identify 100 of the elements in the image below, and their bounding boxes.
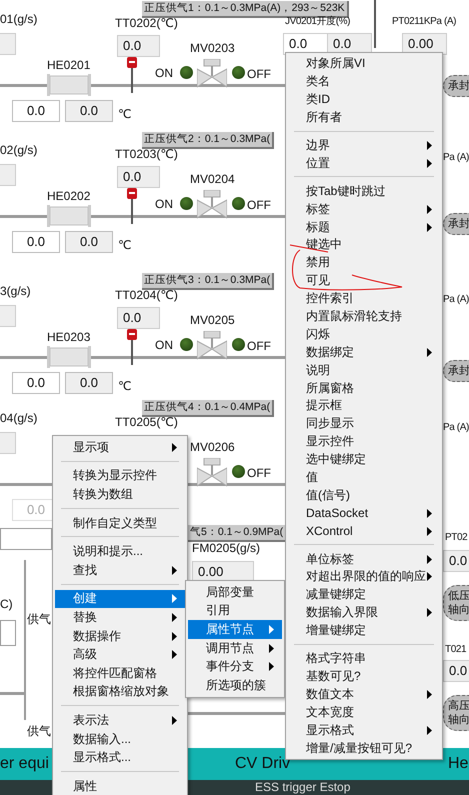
unit-label: ℃ bbox=[118, 238, 132, 252]
menu-item[interactable]: 标题 bbox=[288, 218, 440, 236]
status-text: CV Driv bbox=[235, 755, 290, 773]
menu-item[interactable]: 类ID bbox=[288, 90, 440, 109]
menu-item[interactable]: 所有者 bbox=[288, 108, 440, 127]
pressure-label: Pa (A) bbox=[443, 293, 469, 307]
menu-item[interactable]: 对超出界限的值的响应 bbox=[288, 568, 440, 586]
flow-label: 02(g/s) bbox=[0, 143, 38, 157]
menu-item[interactable]: 替换 bbox=[55, 608, 185, 627]
valve-icon bbox=[197, 331, 227, 361]
pressure-label: T021 bbox=[445, 643, 466, 657]
menu-item[interactable]: 基数可见? bbox=[288, 668, 440, 686]
menu-item[interactable]: 值 bbox=[288, 468, 440, 486]
section-title: 正压供气2：0.1～0.3MPa( bbox=[142, 132, 274, 149]
menu-item[interactable]: 对象所属VI bbox=[288, 55, 440, 73]
menu-item[interactable]: DataSocket bbox=[288, 504, 440, 522]
menu-item[interactable]: 值(信号) bbox=[288, 486, 440, 504]
menu-item[interactable]: 减量键绑定 bbox=[288, 586, 440, 604]
section-title: 正压供气4：0.1～0.4MPa( bbox=[142, 400, 274, 417]
menu-item[interactable]: 显示格式... bbox=[55, 748, 185, 767]
reading-field: 0.0 bbox=[65, 100, 113, 122]
menu-item[interactable]: 数据输入界限 bbox=[288, 604, 440, 622]
valve-icon bbox=[197, 190, 227, 220]
menu-item[interactable]: 标签 bbox=[288, 200, 440, 218]
off-label: OFF bbox=[247, 67, 271, 81]
menu-item[interactable]: 转换为显示控件 bbox=[55, 466, 185, 486]
menu-item[interactable]: 高级 bbox=[55, 645, 185, 664]
menu-item[interactable]: 说明 bbox=[288, 361, 440, 380]
temperature-value: 0.0 bbox=[117, 166, 160, 188]
unit-label: ℃ bbox=[118, 107, 132, 121]
menu-item[interactable]: 属性节点 bbox=[188, 620, 282, 639]
flow-field bbox=[0, 33, 16, 55]
menu-item[interactable]: 边界 bbox=[288, 136, 440, 154]
menu-item[interactable]: 类名 bbox=[288, 72, 440, 91]
menu-item[interactable]: 数据操作 bbox=[55, 626, 185, 646]
menu-item[interactable]: 位置 bbox=[288, 154, 440, 172]
menu-item[interactable]: 按Tab键时跳过 bbox=[288, 182, 440, 200]
menu-item[interactable]: 闪烁 bbox=[288, 325, 440, 344]
menu-item[interactable]: 表示法 bbox=[55, 711, 185, 730]
heater-label: HE0202 bbox=[47, 189, 90, 203]
menu-item[interactable]: 所属窗格 bbox=[288, 379, 440, 398]
menu-item[interactable]: 所选项的簇 bbox=[188, 676, 282, 695]
menu-item[interactable]: 显示格式 bbox=[288, 721, 440, 740]
menu-item[interactable]: 调用节点 bbox=[188, 638, 282, 658]
temperature-label: TT0204(℃) bbox=[115, 288, 178, 302]
menu-item[interactable]: 增量键绑定 bbox=[288, 622, 440, 640]
menu-item[interactable]: 将控件匹配窗格 bbox=[55, 664, 185, 683]
menu-item[interactable]: 数据绑定 bbox=[288, 343, 440, 362]
menu-item[interactable]: 可见 bbox=[288, 272, 440, 290]
pipe-label: 供气 bbox=[27, 612, 51, 626]
menu-item[interactable]: 键选中 bbox=[288, 236, 440, 254]
menu-item[interactable]: 事件分支 bbox=[188, 657, 282, 676]
off-label: OFF bbox=[247, 198, 271, 212]
menu-item[interactable]: 数据输入... bbox=[55, 730, 185, 748]
flow-label: FM0205(g/s) bbox=[192, 541, 260, 555]
menu-item[interactable]: 提示框 bbox=[288, 397, 440, 415]
submenu-arrow-icon bbox=[172, 566, 177, 575]
menu-item[interactable]: 根据窗格缩放对象 bbox=[55, 682, 185, 702]
menu-item[interactable]: 控件索引 bbox=[288, 290, 440, 308]
pipe-label: C) bbox=[0, 597, 13, 611]
menu-item[interactable]: 单位标签 bbox=[288, 550, 440, 568]
menu-item[interactable]: 数值文本 bbox=[288, 685, 440, 704]
menu-item[interactable]: 显示项 bbox=[55, 438, 185, 457]
off-label: OFF bbox=[247, 339, 271, 353]
valve-label: MV0204 bbox=[190, 172, 235, 186]
menu-item[interactable]: 增量/减量按钮可见? bbox=[288, 739, 440, 757]
menu-item[interactable]: 创建 bbox=[55, 590, 185, 608]
menu-item[interactable]: 选中键绑定 bbox=[288, 450, 440, 469]
flow-field bbox=[0, 305, 16, 327]
on-label: ON bbox=[155, 338, 173, 352]
menu-item[interactable]: 禁用 bbox=[288, 254, 440, 272]
menu-item[interactable]: 局部变量 bbox=[188, 583, 282, 602]
indicator-light bbox=[232, 197, 245, 210]
pressure-label: Pa (A) bbox=[443, 421, 469, 435]
reading-field: 0.0 bbox=[12, 372, 60, 394]
status-text: ESS trigger Estop bbox=[255, 780, 350, 794]
unit-label: ℃ bbox=[118, 379, 132, 393]
flow-label: 04(g/s) bbox=[0, 411, 38, 425]
menu-item[interactable]: 内置鼠标滑轮支持 bbox=[288, 308, 440, 326]
menu-item[interactable]: XControl bbox=[288, 522, 440, 540]
menu-item[interactable]: 文本宽度 bbox=[288, 703, 440, 722]
sensor-icon bbox=[126, 329, 138, 365]
flow-field bbox=[0, 432, 16, 454]
reading-field: 0.0 bbox=[65, 231, 113, 253]
temperature-label: TT0205(℃) bbox=[115, 415, 178, 429]
valve-label: MV0205 bbox=[190, 313, 235, 327]
menu-item[interactable]: 查找 bbox=[55, 560, 185, 580]
menu-item[interactable]: 显示控件 bbox=[288, 432, 440, 451]
section-title: 正压供气3：0.1～0.3MPa( bbox=[142, 273, 274, 290]
menu-item[interactable]: 引用 bbox=[188, 602, 282, 620]
menu-item[interactable]: 同步显示 bbox=[288, 414, 440, 433]
on-label: ON bbox=[155, 66, 173, 80]
menu-item[interactable]: 说明和提示... bbox=[55, 542, 185, 561]
submenu-arrow-icon bbox=[172, 716, 177, 725]
menu-item[interactable]: 属性 bbox=[55, 776, 185, 795]
divider-line bbox=[374, 0, 376, 48]
temperature-value: 0.0 bbox=[117, 307, 160, 329]
indicator-light bbox=[180, 338, 193, 351]
menu-item[interactable]: 格式字符串 bbox=[288, 650, 440, 668]
temperature-label: TT0203(℃) bbox=[115, 147, 178, 161]
